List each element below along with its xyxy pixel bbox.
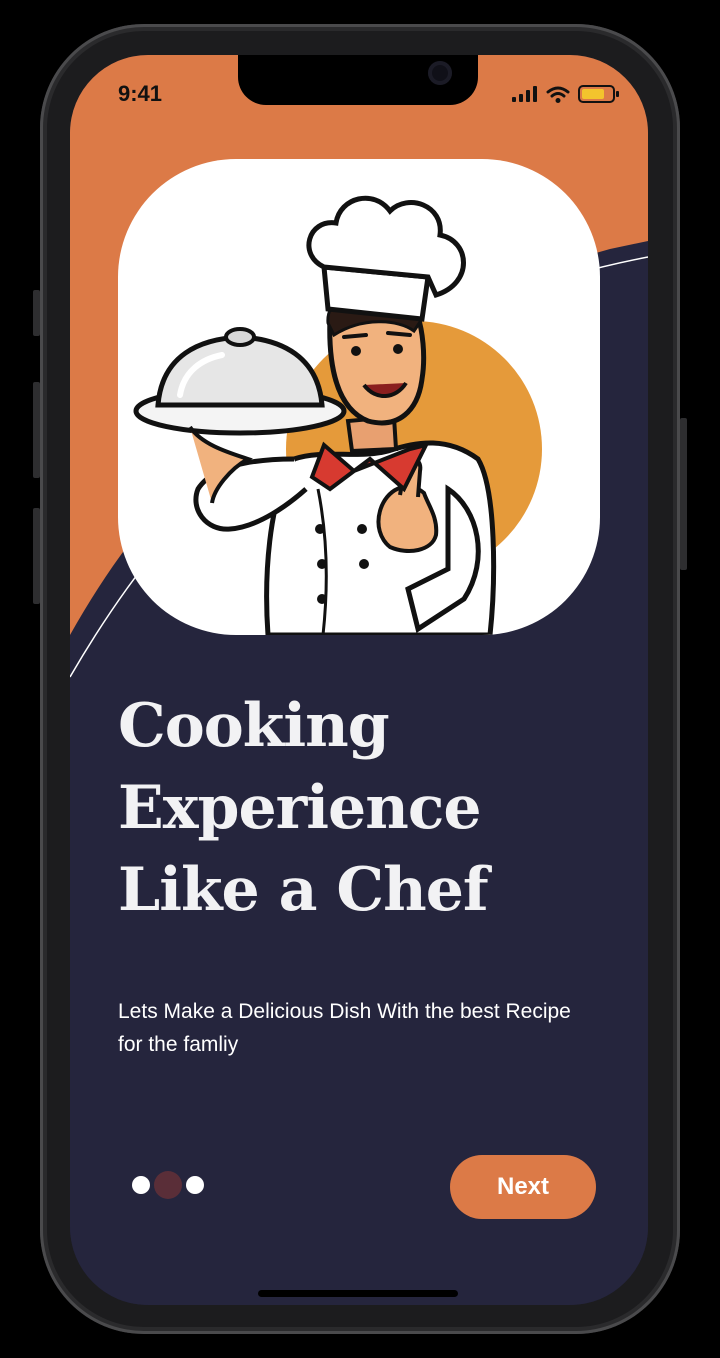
app-screen: 9:41 Cooking Experience Like a Chef Lets… bbox=[70, 55, 648, 1305]
notch bbox=[238, 55, 478, 105]
wifi-icon bbox=[546, 86, 570, 103]
next-button[interactable]: Next bbox=[450, 1155, 596, 1219]
page-dot-2-active[interactable] bbox=[154, 1171, 182, 1199]
onboarding-title: Cooking Experience Like a Chef bbox=[118, 691, 489, 925]
status-icons bbox=[512, 85, 620, 103]
hero-image-card bbox=[118, 159, 600, 635]
page-dot-1[interactable] bbox=[132, 1176, 150, 1194]
battery-icon bbox=[578, 85, 619, 103]
volume-down-button bbox=[33, 508, 40, 604]
silent-switch bbox=[33, 290, 40, 336]
page-dot-3[interactable] bbox=[186, 1176, 204, 1194]
power-button bbox=[680, 418, 687, 570]
chef-illustration-icon bbox=[133, 195, 542, 635]
pagination-dots bbox=[132, 1171, 204, 1199]
volume-up-button bbox=[33, 382, 40, 478]
front-camera-icon bbox=[428, 61, 452, 85]
home-indicator bbox=[258, 1290, 458, 1297]
status-time: 9:41 bbox=[118, 81, 163, 106]
signal-icon bbox=[512, 86, 537, 102]
onboarding-subtitle: Lets Make a Delicious Dish With the best… bbox=[118, 1000, 571, 1056]
